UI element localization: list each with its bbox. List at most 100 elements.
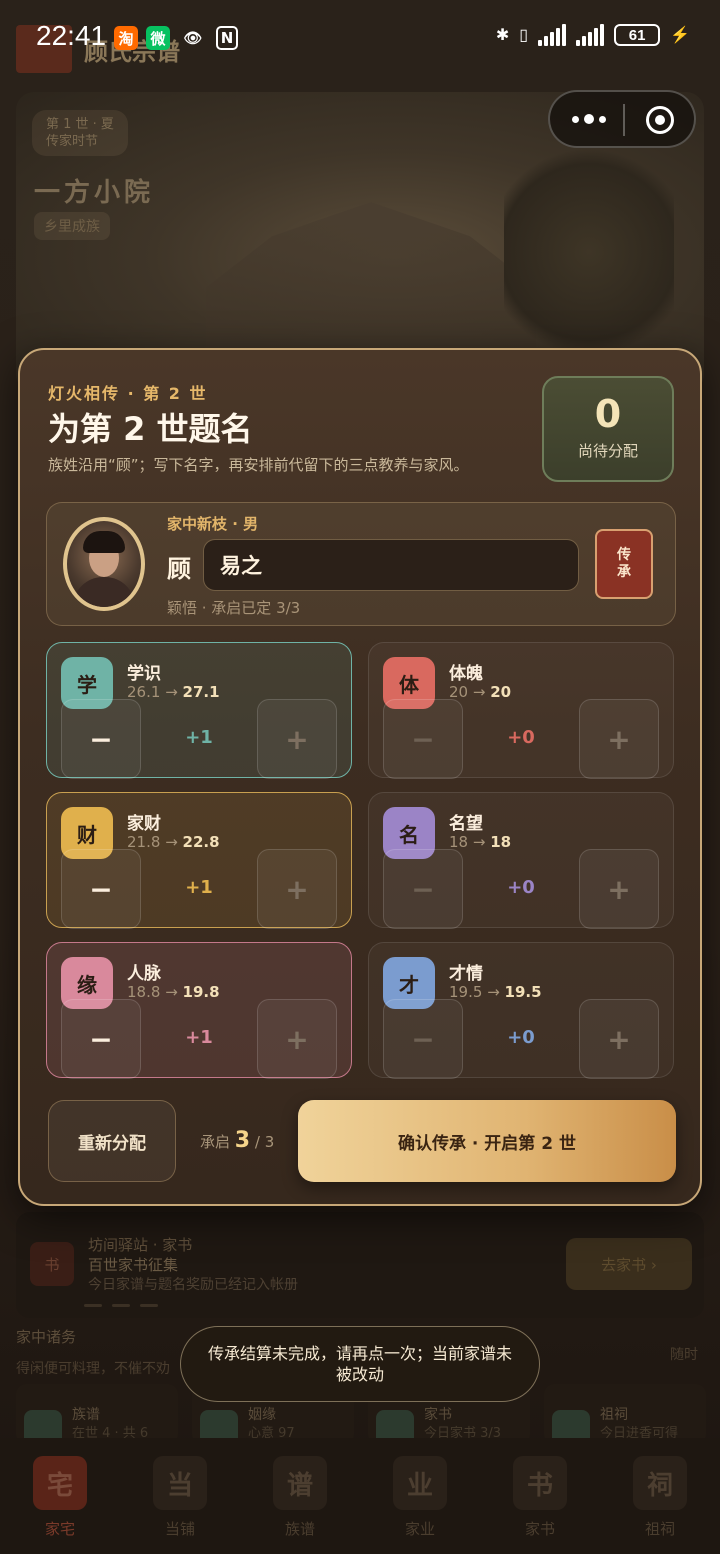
estate-name: 一方小院 xyxy=(34,178,155,208)
season-chip-line1: 第 1 世 · 夏 xyxy=(46,117,114,132)
stat-values: 18 → 18 xyxy=(449,833,512,851)
estate-tag: 乡里成族 xyxy=(34,212,110,240)
nav-label: 祖祠 xyxy=(644,1520,675,1538)
go-letter-button[interactable]: 去家书 › xyxy=(566,1238,692,1290)
nav-label: 家宅 xyxy=(44,1520,75,1538)
battery-icon: 61 xyxy=(614,24,661,46)
stat-card-learning: 学 学识 26.1 → 27.1 − +1 + xyxy=(46,642,352,779)
stat-values: 20 → 20 xyxy=(449,683,512,701)
stat-delta: +0 xyxy=(507,1027,535,1048)
tree-illustration xyxy=(504,132,674,372)
banner-pager xyxy=(84,1304,158,1307)
miniprogram-capsule xyxy=(548,90,696,148)
given-name-value: 易之 xyxy=(220,554,262,578)
pending-points-value: 0 xyxy=(594,392,622,436)
stat-delta: +0 xyxy=(507,727,535,748)
inheritance-modal: 灯火相传 · 第 2 世 为第 2 世题名 族姓沿用“顾”；写下名字，再安排前代… xyxy=(18,348,702,1206)
card-title: 姻缘 xyxy=(248,1407,276,1423)
decrease-learning-button[interactable]: − xyxy=(61,699,141,779)
close-miniprogram-icon[interactable] xyxy=(646,106,674,134)
home-icon: 宅 xyxy=(33,1456,87,1510)
increase-wealth-button[interactable]: + xyxy=(257,849,337,929)
stat-delta: +1 xyxy=(185,877,213,898)
card-title: 族谱 xyxy=(72,1407,100,1423)
bottom-nav: 宅家宅 当当铺 谱族谱 业家业 书家书 祠祖祠 xyxy=(0,1438,720,1554)
decrease-physique-button[interactable]: − xyxy=(383,699,463,779)
more-icon[interactable] xyxy=(572,108,606,130)
status-time: 22:41 xyxy=(36,20,107,51)
section-hint: 得闲便可料理，不催不劝 xyxy=(16,1361,170,1377)
toast-message: 传承结算未完成，请再点一次；当前家谱未被改动 xyxy=(180,1326,540,1402)
nav-item-business[interactable]: 业家业 xyxy=(385,1456,455,1554)
section-right: 随时 xyxy=(670,1347,698,1363)
season-chip: 第 1 世 · 夏 传家时节 xyxy=(32,110,128,156)
heir-tag: 家中新枝 · 男 xyxy=(167,515,259,533)
banner-line1: 坊间驿站 · 家书 xyxy=(88,1236,193,1254)
pass-on-button[interactable]: 传承 xyxy=(595,529,653,599)
banner-line2: 百世家书征集 xyxy=(88,1256,179,1274)
section-title: 家中诸务 xyxy=(16,1328,77,1346)
wechat-icon: 微 xyxy=(146,26,170,50)
task-card[interactable]: 祖祠 今日进香可得 xyxy=(544,1384,706,1444)
stat-name: 才情 xyxy=(449,964,483,984)
signal-1-icon xyxy=(538,24,567,46)
given-name-input[interactable]: 易之 xyxy=(203,539,579,591)
stat-values: 19.5 → 19.5 xyxy=(449,983,542,1001)
stat-name: 体魄 xyxy=(449,664,483,684)
stat-card-reputation: 名 名望 18 → 18 − +0 + xyxy=(368,792,674,929)
stat-name: 学识 xyxy=(127,664,161,684)
nav-item-pawnshop[interactable]: 当当铺 xyxy=(145,1456,215,1554)
nav-item-shrine[interactable]: 祠祖祠 xyxy=(625,1456,695,1554)
increase-physique-button[interactable]: + xyxy=(579,699,659,779)
nav-label: 家书 xyxy=(524,1520,555,1538)
heir-card: 家中新枝 · 男 顾 易之 颖悟 · 承启已定 3/3 传承 xyxy=(46,502,676,626)
card-title: 家书 xyxy=(424,1407,452,1423)
nav-label: 族谱 xyxy=(284,1520,315,1538)
modal-title: 为第 2 世题名 xyxy=(48,410,253,448)
stat-delta: +0 xyxy=(507,877,535,898)
letter-banner[interactable]: 书 坊间驿站 · 家书 百世家书征集 今日家谱与题名奖励已经记入帐册 去家书 › xyxy=(16,1212,704,1318)
pawnshop-icon: 当 xyxy=(153,1456,207,1510)
stat-card-connections: 缘 人脉 18.8 → 19.8 − +1 + xyxy=(46,942,352,1079)
stat-name: 家财 xyxy=(127,814,161,834)
nav-item-home[interactable]: 宅家宅 xyxy=(25,1456,95,1554)
confirm-inheritance-button[interactable]: 确认传承 · 开启第 2 世 xyxy=(298,1100,676,1182)
pass-on-label: 传承 xyxy=(617,547,631,580)
stat-card-wealth: 财 家财 21.8 → 22.8 − +1 + xyxy=(46,792,352,929)
heir-avatar xyxy=(63,517,145,611)
decrease-reputation-button[interactable]: − xyxy=(383,849,463,929)
redistribute-button[interactable]: 重新分配 xyxy=(48,1100,176,1182)
inherit-current: 3 xyxy=(234,1128,251,1153)
business-icon: 业 xyxy=(393,1456,447,1510)
decrease-connections-button[interactable]: − xyxy=(61,999,141,1079)
genealogy-icon: 谱 xyxy=(273,1456,327,1510)
increase-reputation-button[interactable]: + xyxy=(579,849,659,929)
eye-icon: 👁 xyxy=(183,29,203,47)
nav-item-letters[interactable]: 书家书 xyxy=(505,1456,575,1554)
card-title: 祖祠 xyxy=(600,1407,628,1423)
stat-card-talent: 才 才情 19.5 → 19.5 − +0 + xyxy=(368,942,674,1079)
inherit-total: / 3 xyxy=(254,1133,275,1151)
increase-talent-button[interactable]: + xyxy=(579,999,659,1079)
charging-icon: ⚡ xyxy=(670,27,690,44)
letters-icon: 书 xyxy=(513,1456,567,1510)
banner-line3: 今日家谱与题名奖励已经记入帐册 xyxy=(88,1277,298,1293)
shrine-icon: 祠 xyxy=(633,1456,687,1510)
decrease-wealth-button[interactable]: − xyxy=(61,849,141,929)
increase-learning-button[interactable]: + xyxy=(257,699,337,779)
decrease-talent-button[interactable]: − xyxy=(383,999,463,1079)
stat-delta: +1 xyxy=(185,727,213,748)
modal-subtitle: 族姓沿用“顾”；写下名字，再安排前代留下的三点教养与家风。 xyxy=(48,456,469,474)
stat-values: 18.8 → 19.8 xyxy=(127,983,220,1001)
status-bar: 22:41 淘 微 👁 N ✱ ▯ 61 ⚡ xyxy=(0,18,720,60)
task-card[interactable]: 族谱 在世 4 · 共 6 xyxy=(16,1384,178,1444)
nav-item-genealogy[interactable]: 谱族谱 xyxy=(265,1456,335,1554)
inherit-counter: 承启 3 / 3 xyxy=(200,1128,274,1153)
vibrate-icon: ▯ xyxy=(519,27,529,44)
letter-icon: 书 xyxy=(30,1242,74,1286)
signal-2-icon xyxy=(576,24,605,46)
increase-connections-button[interactable]: + xyxy=(257,999,337,1079)
capsule-divider xyxy=(623,104,625,136)
taobao-icon: 淘 xyxy=(114,26,138,50)
stat-values: 21.8 → 22.8 xyxy=(127,833,220,851)
